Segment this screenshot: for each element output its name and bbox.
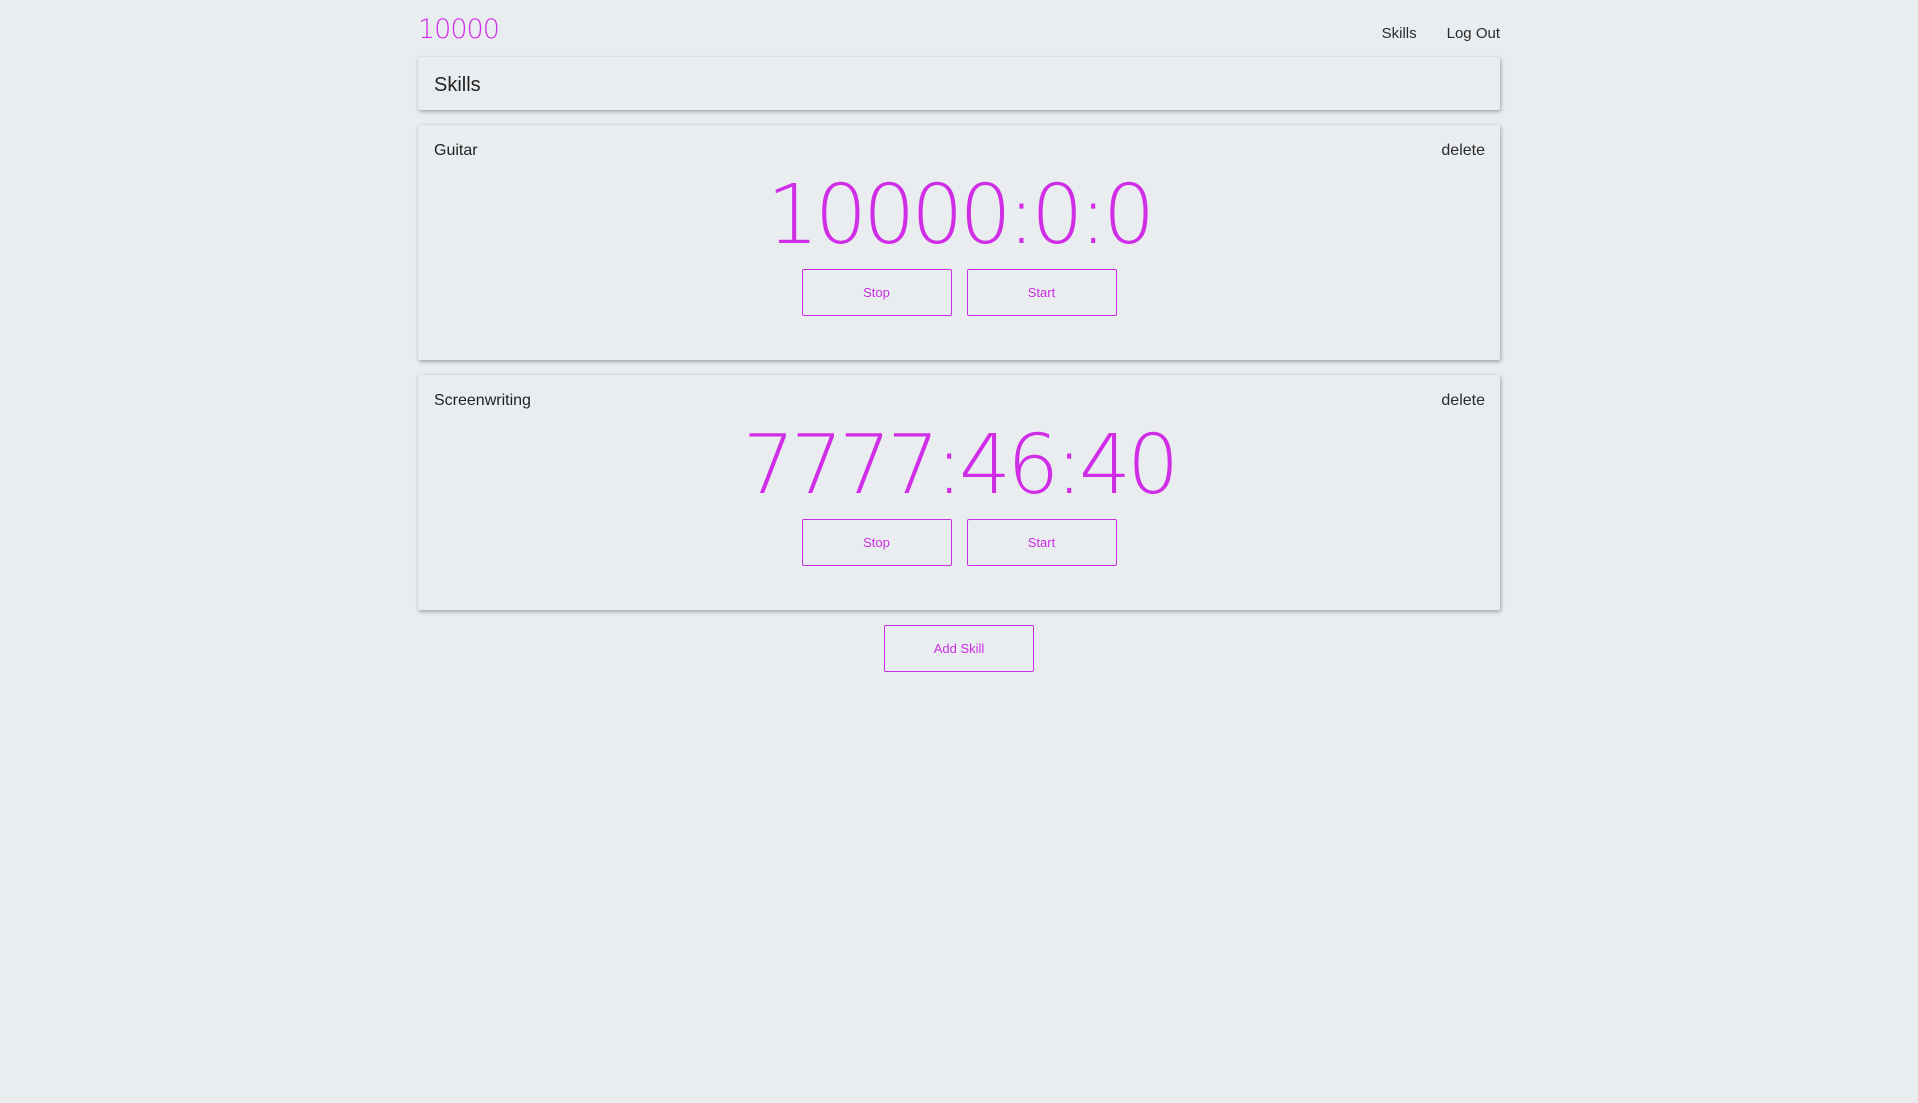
skill-card-screenwriting: Screenwriting delete 7777:46:40 Stop Sta… bbox=[418, 375, 1500, 610]
timer-controls: Stop Start bbox=[418, 519, 1500, 566]
page-container: 10000 Skills Log Out Skills Guitar delet… bbox=[418, 0, 1500, 672]
skill-timer: 7777:46:40 bbox=[742, 418, 1180, 513]
start-button[interactable]: Start bbox=[966, 269, 1117, 316]
nav-link-skills[interactable]: Skills bbox=[1382, 25, 1417, 42]
skill-timer: 10000:0:0 bbox=[766, 168, 1155, 263]
start-button[interactable]: Start bbox=[966, 519, 1117, 566]
skill-name: Guitar bbox=[434, 142, 478, 159]
brand-logo[interactable]: 10000 bbox=[418, 14, 500, 46]
nav-links: Skills Log Out bbox=[1382, 25, 1500, 42]
delete-skill-link[interactable]: delete bbox=[1441, 142, 1485, 160]
navbar: 10000 Skills Log Out bbox=[418, 0, 1500, 57]
timer-controls: Stop Start bbox=[418, 269, 1500, 316]
page-title: Skills bbox=[434, 74, 481, 96]
stop-button[interactable]: Stop bbox=[801, 519, 952, 566]
add-skill-row: Add Skill bbox=[418, 625, 1500, 672]
nav-link-log-out[interactable]: Log Out bbox=[1447, 25, 1500, 42]
add-skill-button[interactable]: Add Skill bbox=[884, 625, 1034, 672]
delete-skill-link[interactable]: delete bbox=[1441, 392, 1485, 410]
skill-name: Screenwriting bbox=[434, 392, 531, 409]
skill-card-guitar: Guitar delete 10000:0:0 Stop Start bbox=[418, 125, 1500, 360]
page-header-card: Skills bbox=[418, 57, 1500, 110]
stop-button[interactable]: Stop bbox=[801, 269, 952, 316]
